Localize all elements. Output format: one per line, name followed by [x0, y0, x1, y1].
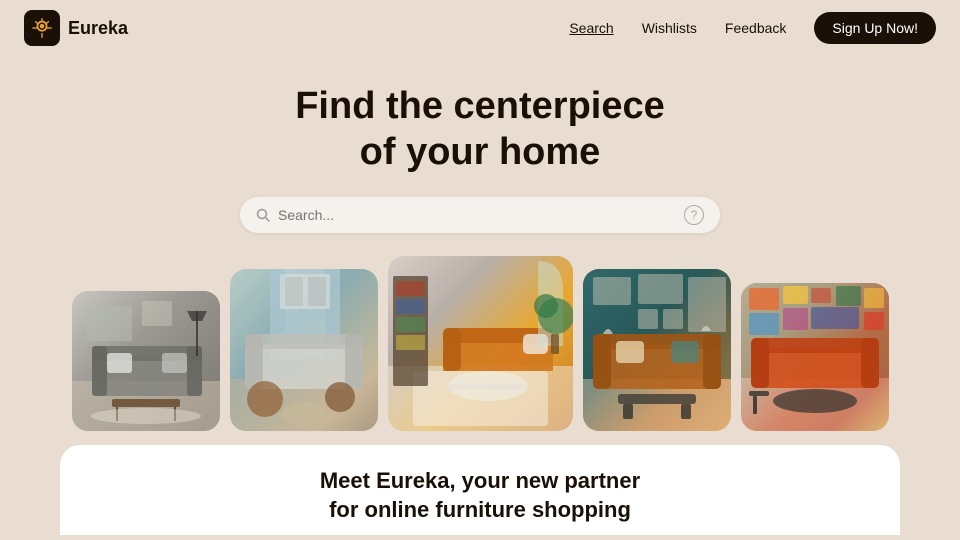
hero-title: Find the centerpiece of your home: [295, 84, 665, 175]
signup-button[interactable]: Sign Up Now!: [814, 12, 936, 44]
hero-section: Find the centerpiece of your home ?: [0, 56, 960, 251]
nav-link-search[interactable]: Search: [569, 20, 613, 36]
nav-links: Search Wishlists Feedback Sign Up Now!: [569, 12, 936, 44]
gallery-item-2: [230, 269, 378, 431]
brand-name: Eureka: [68, 18, 128, 39]
search-icon: [256, 208, 270, 222]
nav-link-wishlists[interactable]: Wishlists: [642, 20, 697, 36]
bottom-card: Meet Eureka, your new partner for online…: [60, 445, 900, 535]
gallery-item-5: [741, 283, 889, 431]
navbar: Eureka Search Wishlists Feedback Sign Up…: [0, 0, 960, 56]
gallery-item-4: [583, 269, 731, 431]
gallery-item-3: [388, 256, 573, 431]
search-bar[interactable]: ?: [240, 197, 720, 233]
nav-link-feedback[interactable]: Feedback: [725, 20, 786, 36]
logo-icon: [24, 10, 60, 46]
search-input[interactable]: [278, 207, 676, 223]
image-gallery: [0, 251, 960, 431]
gallery-item-1: [72, 291, 220, 431]
bottom-card-title: Meet Eureka, your new partner for online…: [60, 467, 900, 524]
help-icon[interactable]: ?: [684, 205, 704, 225]
logo[interactable]: Eureka: [24, 10, 128, 46]
